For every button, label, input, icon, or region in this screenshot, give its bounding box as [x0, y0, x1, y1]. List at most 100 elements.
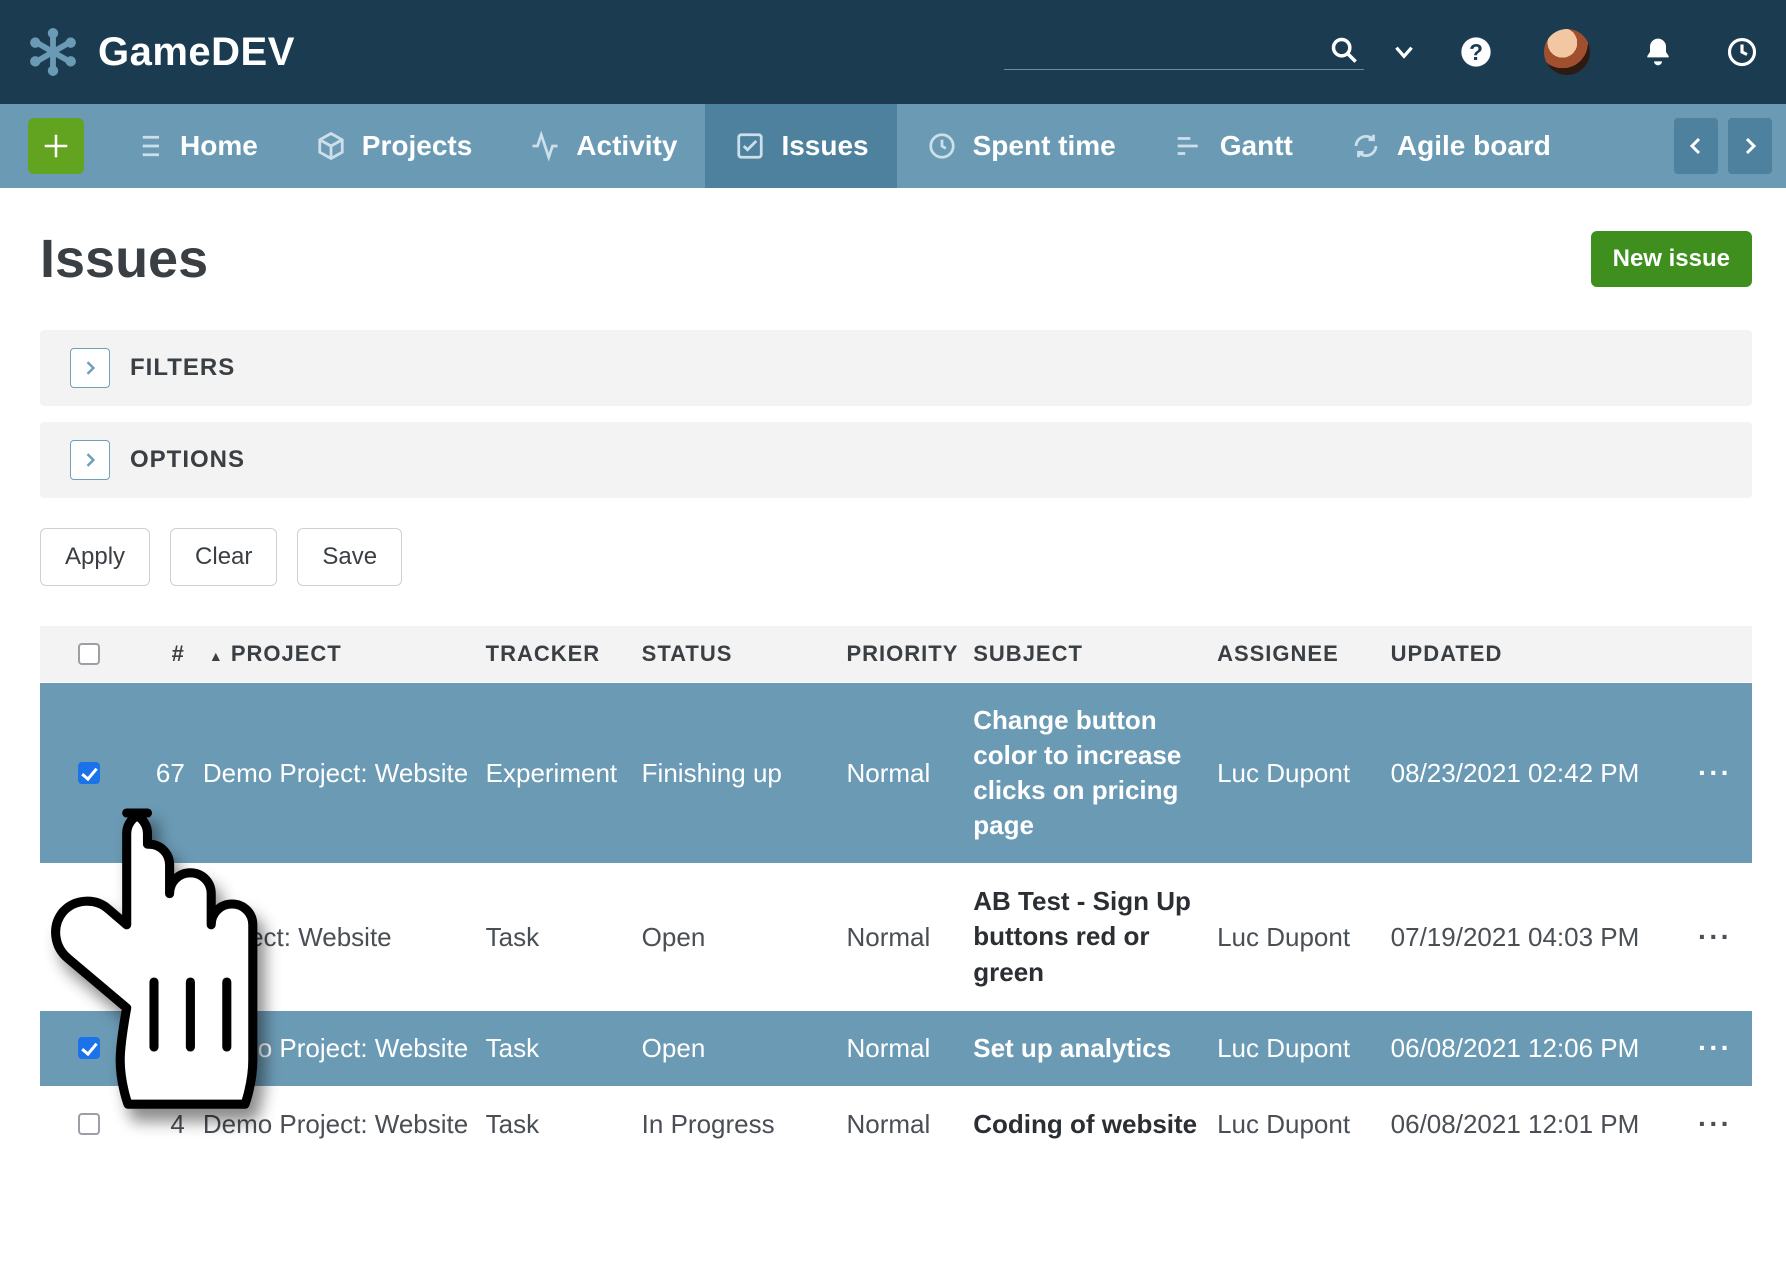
- search-icon: [1328, 34, 1360, 66]
- nav-scroll-left[interactable]: [1674, 118, 1718, 174]
- table-row[interactable]: 4Demo Project: WebsiteTaskIn ProgressNor…: [40, 1086, 1752, 1162]
- save-button[interactable]: Save: [297, 528, 402, 586]
- svg-text:?: ?: [1469, 39, 1483, 65]
- cell-priority: Normal: [846, 758, 973, 789]
- nav-label: Agile board: [1397, 130, 1551, 162]
- cell-tracker: Task: [486, 1109, 642, 1140]
- activity-icon: [528, 129, 562, 163]
- nav-home[interactable]: Home: [104, 104, 286, 188]
- cell-project[interactable]: Demo Project: Website: [203, 758, 486, 789]
- cell-assignee[interactable]: Luc Dupont: [1217, 922, 1391, 953]
- list-icon: [132, 129, 166, 163]
- nav-label: Home: [180, 130, 258, 162]
- search-input[interactable]: [1004, 34, 1364, 70]
- nav-label: Issues: [781, 130, 868, 162]
- cell-status: Open: [642, 1033, 847, 1064]
- avatar[interactable]: [1544, 29, 1590, 75]
- cell-assignee[interactable]: Luc Dupont: [1217, 758, 1391, 789]
- nav-issues[interactable]: Issues: [705, 104, 896, 188]
- cell-updated: 07/19/2021 04:03 PM: [1391, 922, 1693, 953]
- cell-subject[interactable]: Change button color to increase clicks o…: [973, 703, 1217, 843]
- clock-icon: [925, 129, 959, 163]
- nav-label: Spent time: [973, 130, 1116, 162]
- col-assignee[interactable]: ASSIGNEE: [1217, 641, 1391, 667]
- new-issue-button[interactable]: New issue: [1591, 231, 1752, 287]
- nav-scroll-right[interactable]: [1728, 118, 1772, 174]
- table-header: # ▲ PROJECT TRACKER STATUS PRIORITY SUBJ…: [40, 626, 1752, 682]
- options-label: OPTIONS: [130, 446, 245, 474]
- cell-updated: 06/08/2021 12:06 PM: [1391, 1033, 1693, 1064]
- row-menu-icon[interactable]: ···: [1693, 921, 1732, 953]
- brand[interactable]: GameDEV: [28, 27, 295, 77]
- chevron-right-icon[interactable]: [70, 440, 110, 480]
- nav-label: Gantt: [1220, 130, 1293, 162]
- row-menu-icon[interactable]: ···: [1693, 1032, 1732, 1064]
- bell-icon[interactable]: [1642, 36, 1674, 68]
- clock-icon[interactable]: [1726, 36, 1758, 68]
- row-checkbox[interactable]: [78, 1037, 100, 1059]
- select-all-checkbox[interactable]: [78, 643, 100, 665]
- cell-priority: Normal: [846, 1109, 973, 1140]
- filters-panel[interactable]: FILTERS: [40, 330, 1752, 406]
- row-menu-icon[interactable]: ···: [1693, 1108, 1732, 1140]
- col-status[interactable]: STATUS: [642, 641, 847, 667]
- col-updated[interactable]: UPDATED: [1391, 641, 1693, 667]
- cell-subject[interactable]: Set up analytics: [973, 1031, 1217, 1066]
- nav-gantt[interactable]: Gantt: [1144, 104, 1321, 188]
- filters-label: FILTERS: [130, 354, 235, 382]
- cell-status: In Progress: [642, 1109, 847, 1140]
- chevron-right-icon[interactable]: [70, 348, 110, 388]
- nav-label: Activity: [576, 130, 677, 162]
- col-subject[interactable]: SUBJECT: [973, 641, 1217, 667]
- sort-asc-icon: ▲: [209, 648, 224, 664]
- nav-label: Projects: [362, 130, 473, 162]
- cell-status: Finishing up: [642, 758, 847, 789]
- nav-agile-board[interactable]: Agile board: [1321, 104, 1579, 188]
- table-row[interactable]: 6Demo Project: WebsiteTaskOpenNormalSet …: [40, 1010, 1752, 1086]
- col-priority[interactable]: PRIORITY: [846, 641, 973, 667]
- check-square-icon: [733, 129, 767, 163]
- cube-icon: [314, 129, 348, 163]
- add-button[interactable]: [28, 118, 84, 174]
- topbar: GameDEV ?: [0, 0, 1786, 104]
- cell-tracker: Task: [486, 1033, 642, 1064]
- row-checkbox[interactable]: [78, 926, 100, 948]
- issues-table: # ▲ PROJECT TRACKER STATUS PRIORITY SUBJ…: [40, 626, 1752, 1162]
- asterisk-icon: [28, 27, 78, 77]
- row-menu-icon[interactable]: ···: [1693, 757, 1732, 789]
- cell-assignee[interactable]: Luc Dupont: [1217, 1033, 1391, 1064]
- col-tracker[interactable]: TRACKER: [486, 641, 642, 667]
- help-icon[interactable]: ?: [1460, 36, 1492, 68]
- nav-spent-time[interactable]: Spent time: [897, 104, 1144, 188]
- cell-priority: Normal: [846, 1033, 973, 1064]
- cell-updated: 06/08/2021 12:01 PM: [1391, 1109, 1693, 1140]
- table-row[interactable]: 67Demo Project: WebsiteExperimentFinishi…: [40, 682, 1752, 863]
- main-content: Issues New issue FILTERS OPTIONS Apply C…: [0, 188, 1786, 1162]
- cell-project[interactable]: Demo Project: Website: [203, 1033, 486, 1064]
- cell-tracker: Experiment: [486, 758, 642, 789]
- row-checkbox[interactable]: [78, 1113, 100, 1135]
- cell-subject[interactable]: AB Test - Sign Up buttons red or green: [973, 884, 1217, 989]
- cell-project[interactable]: Project: Website: [203, 922, 486, 953]
- cell-assignee[interactable]: Luc Dupont: [1217, 1109, 1391, 1140]
- cell-priority: Normal: [846, 922, 973, 953]
- cycle-icon: [1349, 129, 1383, 163]
- brand-name: GameDEV: [98, 30, 295, 75]
- table-row[interactable]: Project: WebsiteTaskOpenNormalAB Test - …: [40, 863, 1752, 1009]
- cell-id: 4: [119, 1109, 203, 1140]
- cell-tracker: Task: [486, 922, 642, 953]
- nav-projects[interactable]: Projects: [286, 104, 501, 188]
- col-project[interactable]: ▲ PROJECT: [203, 641, 486, 667]
- main-nav: Home Projects Activity Issues Spent time…: [0, 104, 1786, 188]
- clear-button[interactable]: Clear: [170, 528, 277, 586]
- cell-id: 67: [119, 758, 203, 789]
- options-panel[interactable]: OPTIONS: [40, 422, 1752, 498]
- apply-button[interactable]: Apply: [40, 528, 150, 586]
- cell-project[interactable]: Demo Project: Website: [203, 1109, 486, 1140]
- col-id[interactable]: #: [119, 641, 203, 667]
- nav-activity[interactable]: Activity: [500, 104, 705, 188]
- row-checkbox[interactable]: [78, 762, 100, 784]
- gantt-icon: [1172, 129, 1206, 163]
- cell-subject[interactable]: Coding of website: [973, 1107, 1217, 1142]
- chevron-down-icon[interactable]: [1388, 36, 1420, 68]
